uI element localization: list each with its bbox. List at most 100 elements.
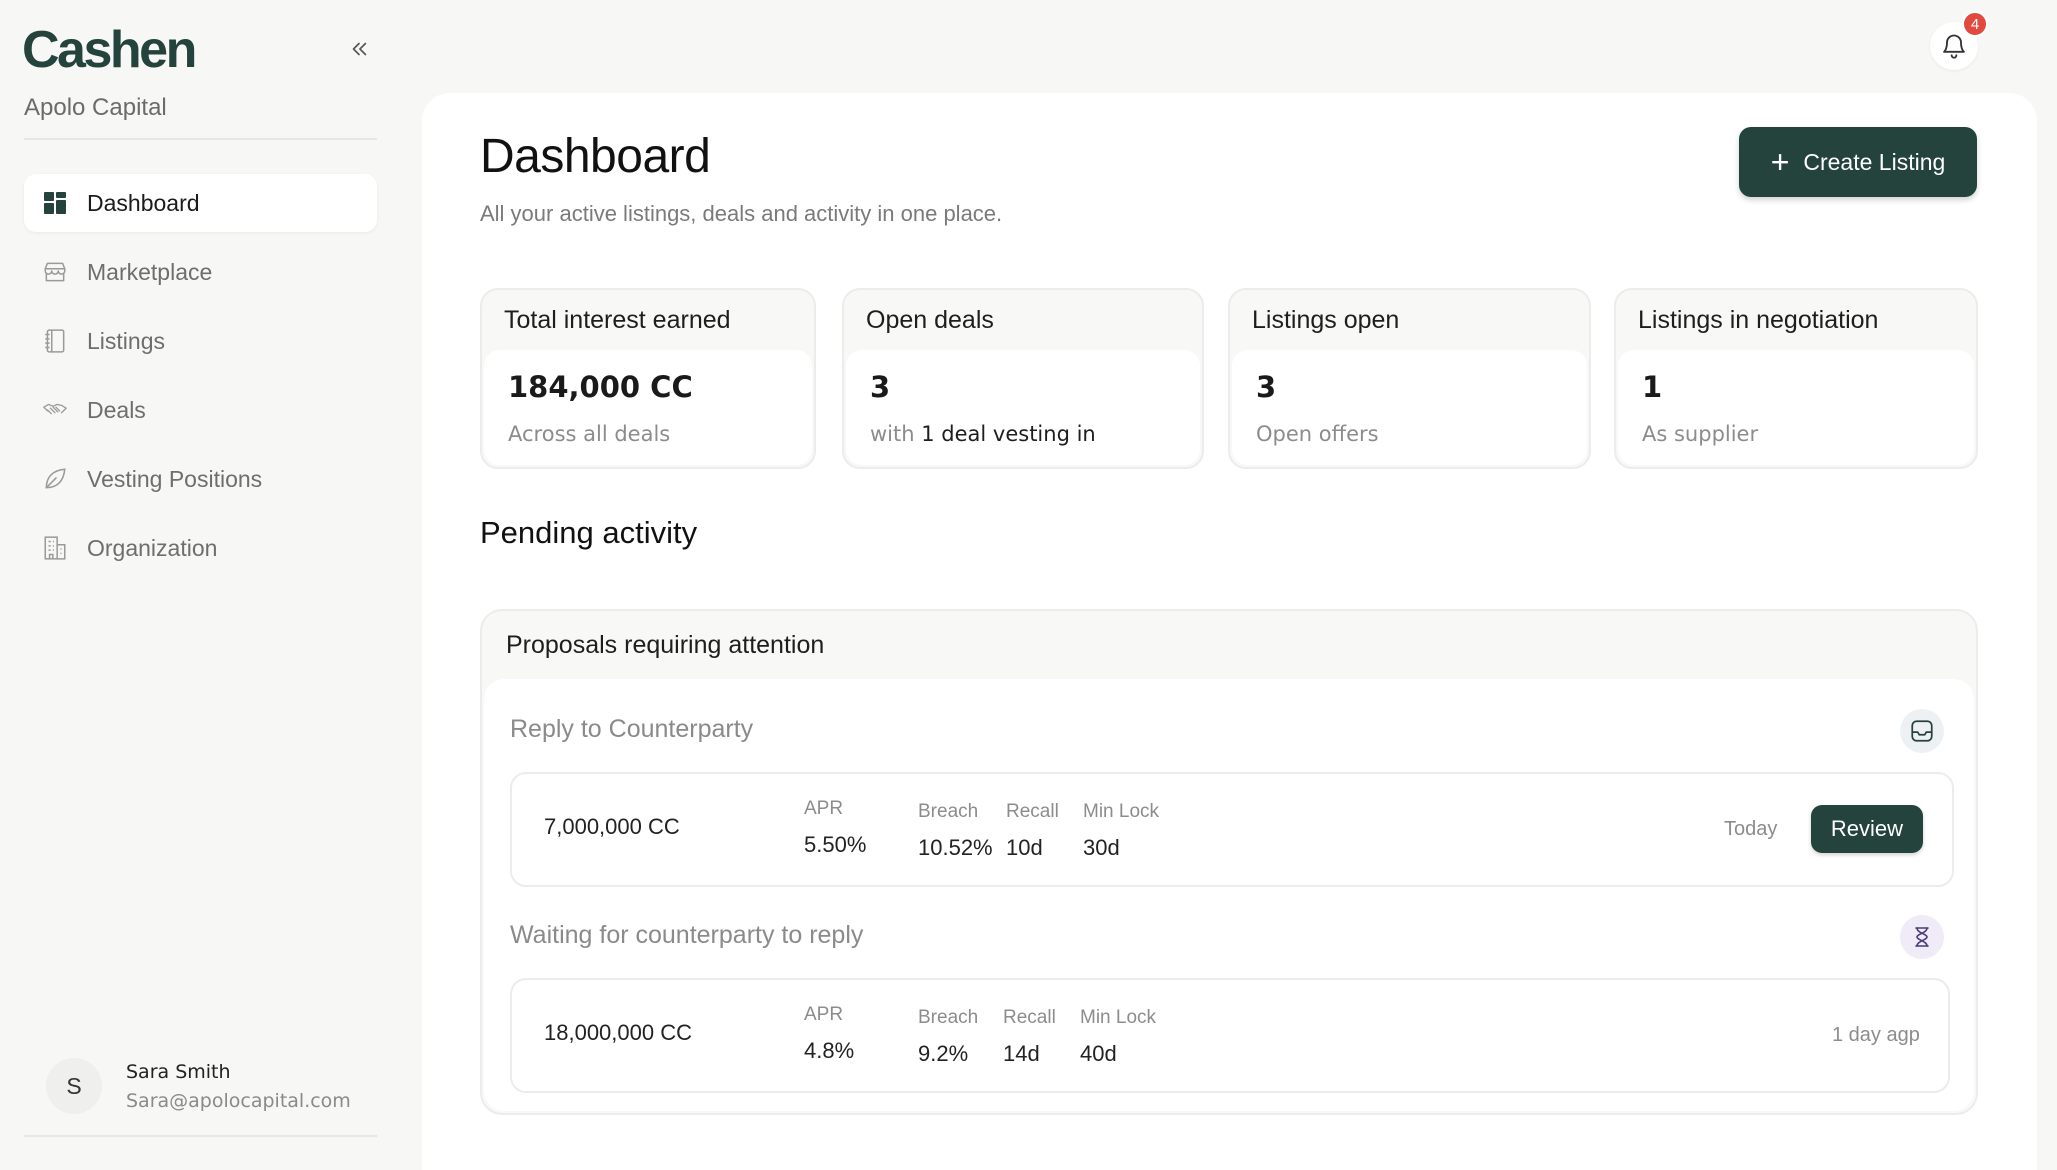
organization-name: Apolo Capital	[24, 94, 167, 121]
user-name: Sara Smith	[126, 1060, 231, 1083]
leaf-icon	[42, 466, 68, 492]
plus-icon: +	[1770, 144, 1790, 180]
stat-body: 3 with 1 deal vesting in	[846, 350, 1200, 465]
min-lock-label: Min Lock	[1083, 801, 1160, 822]
handshake-icon	[42, 397, 68, 423]
bell-icon	[1943, 34, 1965, 59]
apr-label: APR	[804, 1004, 844, 1025]
stat-subtext: with 1 deal vesting in	[870, 422, 1200, 446]
notification-count-badge: 4	[1962, 11, 1988, 37]
sidebar-item-dashboard[interactable]: Dashboard	[24, 174, 377, 232]
breach-label: Breach	[918, 801, 979, 822]
breach-field: Breach 9.2%	[918, 1007, 978, 1067]
proposal-date: Today	[1724, 818, 1778, 840]
sidebar: Cashen Apolo Capital Dashboard Marketpla…	[0, 0, 400, 1170]
review-button[interactable]: Review	[1811, 805, 1923, 853]
stat-card-total-interest: Total interest earned 184,000 CC Across …	[480, 288, 816, 469]
proposal-date: 1 day agp	[1832, 1024, 1920, 1046]
proposals-card: Proposals requiring attention Reply to C…	[480, 609, 1978, 1115]
proposal-amount: 18,000,000 CC	[544, 1020, 692, 1045]
recall-label: Recall	[1006, 801, 1059, 822]
user-profile[interactable]: S Sara Smith Sara@apolocapital.com	[46, 1058, 351, 1114]
proposal-row[interactable]: 18,000,000 CC APR 4.8% Breach 9.2% Recal…	[510, 978, 1950, 1093]
inbox-icon	[1900, 709, 1944, 753]
sidebar-nav: Dashboard Marketplace Listings Deals Ves…	[24, 174, 377, 588]
stat-label: Open deals	[866, 305, 994, 334]
stat-value: 3	[870, 370, 891, 404]
recall-field: Recall 10d	[1006, 801, 1059, 861]
stat-body: 1 As supplier	[1618, 350, 1974, 465]
sidebar-item-label: Vesting Positions	[87, 465, 263, 492]
apr-value: 4.8%	[804, 1038, 855, 1063]
sidebar-item-label: Dashboard	[87, 189, 200, 216]
min-lock-field: Min Lock 40d	[1080, 1007, 1156, 1067]
store-icon	[42, 259, 68, 285]
breach-value: 9.2%	[918, 1041, 969, 1066]
dashboard-grid-icon	[42, 190, 68, 216]
collapse-sidebar-button[interactable]	[344, 34, 374, 64]
user-email: Sara@apolocapital.com	[126, 1089, 351, 1112]
page-title: Dashboard	[480, 130, 711, 183]
group-label-waiting: Waiting for counterparty to reply	[510, 921, 864, 949]
stat-subtext: Open offers	[1256, 422, 1379, 446]
sidebar-item-label: Deals	[87, 396, 146, 423]
apr-label: APR	[804, 798, 844, 819]
recall-value: 14d	[1003, 1041, 1040, 1066]
stat-value: 184,000 CC	[508, 370, 693, 404]
building-icon	[42, 535, 68, 561]
min-lock-value: 30d	[1083, 835, 1120, 860]
group-label-reply: Reply to Counterparty	[510, 715, 754, 743]
pending-activity-title: Pending activity	[480, 515, 698, 550]
stat-body: 3 Open offers	[1232, 350, 1587, 465]
create-listing-label: Create Listing	[1803, 148, 1946, 175]
stat-subtext: As supplier	[1642, 422, 1759, 446]
min-lock-label: Min Lock	[1080, 1007, 1157, 1028]
stat-label: Listings in negotiation	[1638, 305, 1879, 334]
stat-subtext-prefix: with	[870, 422, 915, 446]
recall-label: Recall	[1003, 1007, 1056, 1028]
proposals-card-body: Reply to Counterparty 7,000,000 CC APR 5…	[484, 679, 1974, 1111]
apr-field: APR 5.50%	[804, 798, 866, 858]
stat-value: 1	[1642, 370, 1663, 404]
sidebar-item-organization[interactable]: Organization	[24, 519, 377, 577]
app-logo: Cashen	[22, 21, 197, 79]
avatar: S	[46, 1058, 102, 1114]
stat-card-listings-negotiation: Listings in negotiation 1 As supplier	[1614, 288, 1978, 469]
sidebar-item-listings[interactable]: Listings	[24, 312, 377, 370]
min-lock-field: Min Lock 30d	[1083, 801, 1159, 861]
recall-value: 10d	[1006, 835, 1043, 860]
sidebar-item-label: Listings	[87, 327, 165, 354]
breach-value: 10.52%	[918, 835, 993, 860]
proposal-row[interactable]: 7,000,000 CC APR 5.50% Breach 10.52% Rec…	[510, 772, 1954, 887]
apr-value: 5.50%	[804, 832, 867, 857]
apr-field: APR 4.8%	[804, 1004, 854, 1064]
sidebar-divider	[24, 138, 377, 140]
main-panel: Dashboard All your active listings, deal…	[422, 93, 2037, 1170]
sidebar-bottom-divider	[24, 1135, 377, 1137]
breach-label: Breach	[918, 1007, 979, 1028]
notebook-icon	[42, 328, 68, 354]
sidebar-item-vesting-positions[interactable]: Vesting Positions	[24, 450, 377, 508]
page-subtitle: All your active listings, deals and acti…	[480, 201, 1003, 226]
user-info: Sara Smith Sara@apolocapital.com	[126, 1061, 351, 1112]
min-lock-value: 40d	[1080, 1041, 1117, 1066]
stat-value: 3	[1256, 370, 1277, 404]
stat-subtext-highlight: 1 deal vesting in	[921, 422, 1096, 446]
hourglass-icon	[1900, 915, 1944, 959]
sidebar-item-marketplace[interactable]: Marketplace	[24, 243, 377, 301]
proposal-amount: 7,000,000 CC	[544, 814, 680, 839]
double-chevron-left-icon	[352, 42, 367, 56]
stat-label: Listings open	[1252, 305, 1400, 334]
stat-label: Total interest earned	[504, 305, 731, 334]
sidebar-item-label: Organization	[87, 534, 218, 561]
create-listing-button[interactable]: + Create Listing	[1739, 127, 1977, 197]
proposals-card-title: Proposals requiring attention	[506, 630, 825, 659]
sidebar-item-label: Marketplace	[87, 258, 213, 285]
sidebar-item-deals[interactable]: Deals	[24, 381, 377, 439]
stat-card-open-deals: Open deals 3 with 1 deal vesting in	[842, 288, 1204, 469]
recall-field: Recall 14d	[1003, 1007, 1056, 1067]
stat-body: 184,000 CC Across all deals	[484, 350, 812, 465]
stat-card-listings-open: Listings open 3 Open offers	[1228, 288, 1591, 469]
stat-subtext: Across all deals	[508, 422, 671, 446]
breach-field: Breach 10.52%	[918, 801, 993, 861]
